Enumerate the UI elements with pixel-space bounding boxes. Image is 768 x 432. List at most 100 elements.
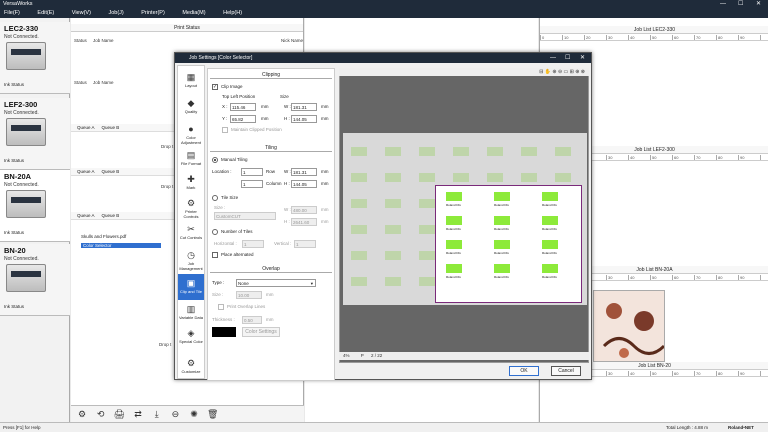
- ruler-tick: 20: [586, 35, 591, 40]
- zoom-level[interactable]: 4%: [343, 353, 350, 358]
- maintain-position-checkbox[interactable]: [222, 127, 228, 133]
- ink-status-link[interactable]: Ink Status: [4, 304, 24, 309]
- row-label: Row: [266, 169, 276, 174]
- menu-media[interactable]: Media(M): [182, 9, 205, 18]
- thickness-input[interactable]: 0.50: [242, 316, 262, 324]
- menu-view[interactable]: View(V): [72, 9, 91, 18]
- delete-icon[interactable]: 🗑: [207, 406, 219, 423]
- ink-status-link[interactable]: Ink Status: [4, 230, 24, 235]
- x-input[interactable]: 115.46: [230, 103, 256, 111]
- menu-edit[interactable]: Edit(E): [37, 9, 54, 18]
- printer-card-bn-20[interactable]: BN-20 Not Connected. Ink Status: [0, 244, 70, 316]
- dialog-maximize-button[interactable]: ☐: [565, 53, 570, 63]
- w-input[interactable]: 181.31: [291, 103, 317, 111]
- tile-h-input[interactable]: 144.05: [291, 180, 317, 188]
- refresh-icon[interactable]: ⟲: [95, 406, 107, 423]
- unit-mm: mm: [266, 317, 274, 322]
- ruler-tick: 30: [608, 275, 613, 280]
- spinner-icon[interactable]: ✺: [188, 406, 200, 423]
- stop-icon[interactable]: ⊖: [169, 406, 181, 423]
- tile-size-radio[interactable]: [212, 195, 218, 201]
- printer-card-lec2-330[interactable]: LEC2-330 Not Connected. Ink Status: [0, 22, 70, 94]
- queue-b-tab[interactable]: Queue B: [102, 169, 120, 174]
- printer-card-lef2-300[interactable]: LEF2-300 Not Connected. Ink Status: [0, 98, 70, 170]
- menu-printer[interactable]: Printer(P): [141, 9, 165, 18]
- page-number[interactable]: 2: [371, 353, 374, 358]
- clip-image-checkbox[interactable]: ✓: [212, 84, 218, 90]
- print-icon[interactable]: 🖨: [113, 406, 125, 423]
- job-row-selected[interactable]: Color Selector: [81, 243, 161, 248]
- menu-file[interactable]: File(F): [4, 9, 20, 18]
- overlap-size-input[interactable]: 10.00: [236, 291, 262, 299]
- nav-quality[interactable]: ◆ Quality: [178, 94, 204, 120]
- ink-status-link[interactable]: Ink Status: [4, 82, 24, 87]
- nav-cut-controls[interactable]: ✂ Cut Controls: [178, 220, 204, 246]
- printer-card-bn-20a[interactable]: BN-20A Not Connected. Ink Status: [0, 170, 70, 242]
- overlap-type-select[interactable]: None ▾: [236, 279, 316, 287]
- nav-printer-controls[interactable]: ⚙ Printer Controls: [178, 194, 204, 220]
- nav-special-color[interactable]: ◈ Special Color: [178, 324, 204, 350]
- app-title: VersaWorks: [3, 1, 33, 7]
- dialog-title-bar: Job Settings [Color Selector] — ☐ ✕: [175, 53, 591, 63]
- variable-data-icon: ▥: [186, 304, 196, 314]
- place-alternated-checkbox[interactable]: [212, 252, 218, 258]
- move-icon[interactable]: ⇄: [132, 406, 144, 423]
- menu-job[interactable]: Job(J): [108, 9, 123, 18]
- nav-layout[interactable]: ▦ Layout: [178, 68, 204, 94]
- nav-color-adjustment[interactable]: ● Color Adjustment: [178, 120, 204, 146]
- sheet-tile: [351, 147, 367, 156]
- row-input[interactable]: 1: [241, 168, 263, 176]
- sheet-tile: [487, 173, 503, 182]
- ruler-tick: 60: [674, 371, 679, 376]
- x-label: X :: [222, 104, 228, 109]
- w-label: W :: [284, 169, 291, 174]
- settings-icon[interactable]: ⚙: [76, 406, 88, 423]
- queue-a-tab[interactable]: Queue A: [77, 213, 94, 218]
- nav-customize[interactable]: ⚙ Customize: [178, 354, 204, 380]
- manual-tiling-radio[interactable]: [212, 157, 218, 163]
- queue-a-tab[interactable]: Queue A: [77, 125, 94, 130]
- maximize-button[interactable]: ☐: [738, 0, 743, 9]
- minimize-button[interactable]: —: [720, 0, 726, 9]
- number-of-tiles-radio[interactable]: [212, 229, 218, 235]
- ok-button[interactable]: OK: [509, 366, 539, 376]
- tile-size-w-input[interactable]: 480.00: [291, 206, 317, 214]
- queue-b-tab[interactable]: Queue B: [102, 125, 120, 130]
- download-icon[interactable]: ⤓: [151, 406, 163, 423]
- clip-region[interactable]: Roland DG Roland DG Roland DG Roland DG Rola…: [435, 185, 582, 303]
- nav-label: Job Management: [179, 261, 203, 271]
- clip-tile: [446, 216, 462, 225]
- printer-name: LEF2-300: [4, 100, 38, 109]
- y-input[interactable]: 65.82: [230, 115, 256, 123]
- print-status-header: Print Status: [71, 24, 303, 32]
- sheet-tile: [351, 251, 367, 260]
- job-row[interactable]: Skulls and Flowers.pdf: [81, 234, 126, 239]
- print-overlap-lines-checkbox[interactable]: [218, 304, 224, 310]
- nav-file-format[interactable]: ▤ File Format: [178, 146, 204, 172]
- horizontal-label: Horizontal :: [214, 241, 237, 246]
- cancel-button[interactable]: Cancel: [551, 366, 581, 376]
- job-thumbnail[interactable]: [593, 290, 665, 362]
- preview-toolbar[interactable]: ⊟ ✋ ⊕ ⊖ ▭ ⊞ ⊕ ⊗: [339, 68, 589, 76]
- tile-w-input[interactable]: 181.31: [291, 168, 317, 176]
- nav-variable-data[interactable]: ▥ Variable Data: [178, 300, 204, 326]
- nav-clip-and-tile[interactable]: ▣ Clip and Tile: [178, 274, 204, 300]
- vertical-count[interactable]: 1: [294, 240, 316, 248]
- h-input[interactable]: 144.05: [291, 115, 317, 123]
- color-settings-button[interactable]: Color Settings: [242, 327, 280, 337]
- queue-a-tab[interactable]: Queue A: [77, 169, 94, 174]
- dialog-close-button[interactable]: ✕: [580, 53, 585, 63]
- overlap-color-swatch[interactable]: [212, 327, 236, 337]
- queue-b-tab[interactable]: Queue B: [102, 213, 120, 218]
- menu-help[interactable]: Help(H): [223, 9, 242, 18]
- tile-size-h-input[interactable]: 2641.60: [291, 218, 317, 226]
- ink-status-link[interactable]: Ink Status: [4, 158, 24, 163]
- nav-job-management[interactable]: ◷ Job Management: [178, 246, 204, 272]
- close-button[interactable]: ✕: [756, 0, 761, 9]
- tile-size-select[interactable]: CustomCUT: [214, 212, 276, 220]
- dialog-minimize-button[interactable]: —: [550, 53, 556, 63]
- horizontal-count[interactable]: 1: [242, 240, 264, 248]
- ruler-tick: 60: [674, 155, 679, 160]
- nav-mark[interactable]: ✚ Mark: [178, 170, 204, 196]
- column-input[interactable]: 1: [241, 180, 263, 188]
